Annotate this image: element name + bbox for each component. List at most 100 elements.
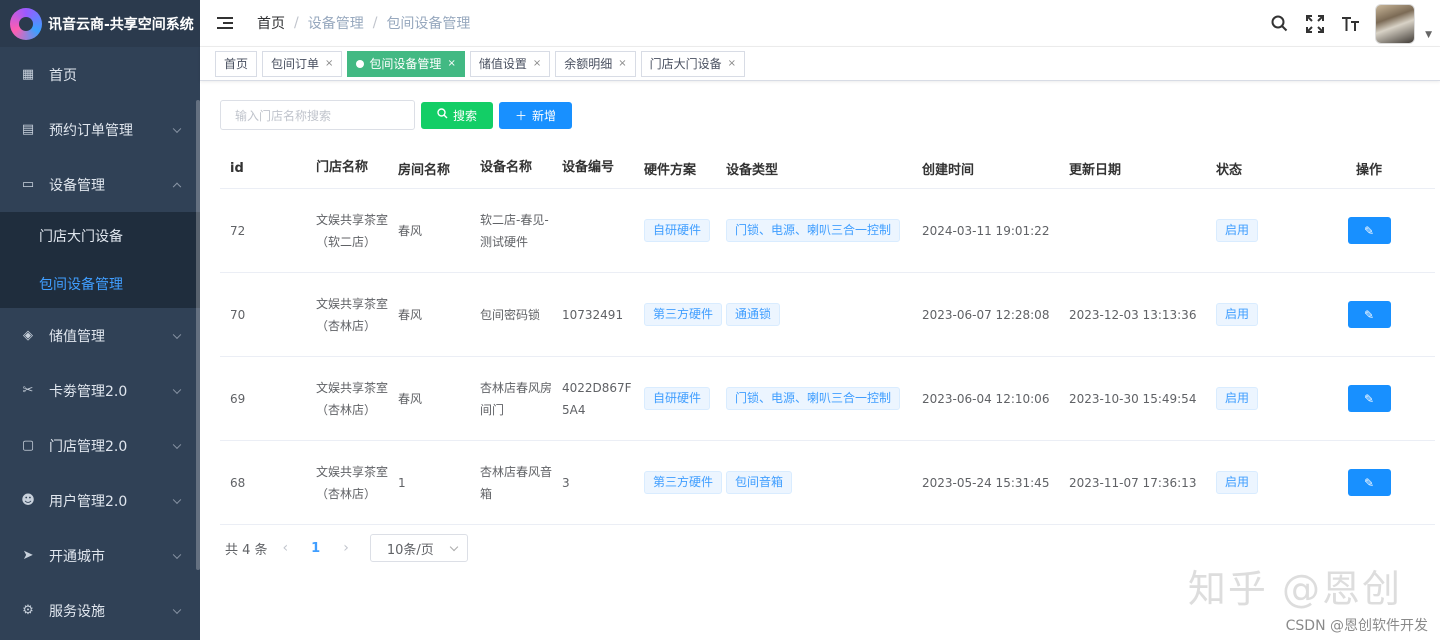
- column-header: id: [230, 160, 244, 176]
- close-icon[interactable]: ×: [447, 58, 455, 69]
- breadcrumb-current: 包间设备管理: [386, 16, 471, 32]
- breadcrumb-separator: /: [372, 15, 378, 31]
- prev-page-icon[interactable]: ‹: [283, 540, 289, 556]
- tag-stored-value-settings[interactable]: 储值设置 ×: [469, 50, 551, 77]
- next-page-icon[interactable]: ›: [343, 540, 349, 556]
- breadcrumb-devices[interactable]: 设备管理: [308, 13, 364, 33]
- sidebar-item-label: 门店管理2.0: [49, 438, 128, 455]
- sidebar-item-users[interactable]: ☻ 用户管理2.0: [0, 473, 200, 528]
- cell-store-name: 文娱共享茶室（软二店）: [316, 212, 389, 249]
- hardware-tag: 第三方硬件: [644, 471, 723, 494]
- column-header: 设备类型: [726, 162, 779, 178]
- page-size-select[interactable]: 10条/页: [369, 534, 468, 562]
- sidebar-item-store-door-devices[interactable]: 门店大门设备: [0, 212, 200, 260]
- add-button[interactable]: ＋ 新增: [499, 101, 573, 129]
- sidebar-item-label: 首页: [49, 67, 77, 84]
- tag-label: 首页: [224, 57, 249, 71]
- sidebar-item-home[interactable]: ▦ 首页: [0, 47, 200, 102]
- table-row: 70 文娱共享茶室（杏林店） 春风 包间密码锁 10732491 第三方硬件 通…: [220, 273, 1435, 357]
- fullscreen-icon[interactable]: [1297, 6, 1333, 42]
- watermark-zhihu: 知乎 @恩创: [1187, 567, 1402, 611]
- edit-button[interactable]: ✎: [1347, 301, 1391, 328]
- cell-created-at: 2023-06-07 12:28:08: [922, 307, 1050, 322]
- cell-room-name: 春风: [398, 224, 423, 238]
- table-row: 68 文娱共享茶室（杏林店） 1 杏林店春风音箱 3 第三方硬件 包间音箱 20…: [220, 441, 1435, 525]
- column-header: 门店名称: [316, 160, 369, 175]
- chevron-down-icon: [172, 330, 182, 339]
- tag-balance-details[interactable]: 余额明细 ×: [555, 50, 636, 77]
- device-type-tag: 门锁、电源、喇叭三合一控制: [726, 219, 901, 242]
- hardware-tag: 自研硬件: [644, 387, 711, 410]
- sidebar-item-label: 服务设施: [49, 603, 105, 620]
- close-icon[interactable]: ×: [728, 58, 736, 69]
- search-icon[interactable]: [1261, 6, 1297, 42]
- close-icon[interactable]: ×: [533, 58, 541, 69]
- store-search-input[interactable]: 输入门店名称搜索: [220, 100, 415, 130]
- chevron-down-icon: [172, 550, 182, 559]
- search-button[interactable]: 搜索: [421, 101, 494, 129]
- search-icon: [437, 108, 448, 122]
- cell-room-name: 1: [398, 475, 406, 490]
- sidebar-item-stores[interactable]: ▢ 门店管理2.0: [0, 418, 200, 473]
- sidebar-item-coupons[interactable]: ✂ 卡劵管理2.0: [0, 363, 200, 418]
- logo-icon: [10, 7, 42, 40]
- avatar[interactable]: [1375, 3, 1416, 44]
- sidebar-item-label: 卡劵管理2.0: [49, 383, 128, 400]
- gear-icon: ⚙: [22, 603, 34, 618]
- sidebar-item-label: 设备管理: [49, 177, 105, 194]
- search-button-label: 搜索: [453, 108, 478, 123]
- column-header: 更新日期: [1069, 162, 1122, 178]
- active-dot-icon: [356, 59, 365, 68]
- column-header: 创建时间: [922, 162, 975, 178]
- stored-value-icon: ◈: [23, 328, 33, 343]
- sidebar-item-devices[interactable]: ▭ 设备管理: [0, 157, 200, 212]
- cell-room-name: 春风: [398, 308, 423, 322]
- tag-home[interactable]: 首页: [215, 50, 258, 77]
- edit-button[interactable]: ✎: [1347, 217, 1391, 244]
- cell-updated-at: 2023-11-07 17:36:13: [1069, 475, 1197, 490]
- tag-room-orders[interactable]: 包间订单 ×: [262, 50, 343, 77]
- close-icon[interactable]: ×: [618, 58, 626, 69]
- cell-device-code: 3: [562, 475, 570, 490]
- page-number[interactable]: 1: [311, 541, 320, 556]
- breadcrumb: 首页 / 设备管理 / 包间设备管理: [257, 13, 470, 33]
- cell-device-name: 杏林店春风房间门: [480, 380, 553, 417]
- font-size-icon[interactable]: [1333, 6, 1369, 42]
- column-header: 设备名称: [480, 160, 533, 175]
- tags-view: 首页 包间订单 × 包间设备管理 × 储值设置 × 余额明细 × 门店大门设备 …: [200, 47, 1440, 81]
- coupon-icon: ✂: [22, 383, 34, 398]
- edit-button[interactable]: ✎: [1347, 385, 1391, 412]
- users-icon: ☻: [21, 493, 35, 508]
- sidebar-item-label: 预约订单管理: [49, 122, 133, 139]
- sidebar-item-orders[interactable]: ▤ 预约订单管理: [0, 102, 200, 157]
- status-badge: 启用: [1216, 471, 1259, 494]
- close-icon[interactable]: ×: [325, 58, 333, 69]
- add-button-label: 新增: [532, 108, 557, 123]
- cell-store-name: 文娱共享茶室（杏林店）: [316, 380, 389, 417]
- edit-icon: ✎: [1363, 475, 1375, 490]
- device-table: id 门店名称 房间名称 设备名称 设备编号 硬件方案 设备类型 创建时间 更新…: [220, 148, 1435, 525]
- caret-down-icon[interactable]: ▼: [1425, 8, 1432, 40]
- hamburger-icon[interactable]: [217, 16, 233, 30]
- tag-label: 余额明细: [564, 57, 613, 71]
- plus-icon: ＋: [515, 108, 528, 123]
- breadcrumb-home[interactable]: 首页: [257, 13, 285, 33]
- sidebar-item-label: 储值管理: [49, 328, 105, 345]
- tag-room-devices[interactable]: 包间设备管理 ×: [347, 50, 465, 77]
- sidebar-item-label: 开通城市: [49, 548, 105, 565]
- table-row: 69 文娱共享茶室（杏林店） 春风 杏林店春风房间门 4022D867F5A4 …: [220, 357, 1435, 441]
- chevron-up-icon: [172, 182, 182, 191]
- sidebar-item-room-devices[interactable]: 包间设备管理: [0, 260, 200, 308]
- column-header: 状态: [1216, 162, 1243, 178]
- sidebar-item-cities[interactable]: ➤ 开通城市: [0, 528, 200, 583]
- tag-store-door-devices[interactable]: 门店大门设备 ×: [640, 50, 746, 77]
- sidebar-item-stored-value[interactable]: ◈ 储值管理: [0, 308, 200, 363]
- edit-button[interactable]: ✎: [1347, 469, 1391, 496]
- edit-icon: ✎: [1363, 307, 1375, 322]
- chevron-down-icon: [172, 124, 182, 133]
- cell-id: 72: [230, 223, 246, 238]
- order-icon: ▤: [21, 122, 35, 137]
- cell-created-at: 2023-06-04 12:10:06: [922, 391, 1050, 406]
- sidebar-item-facilities[interactable]: ⚙ 服务设施: [0, 583, 200, 638]
- sidebar-scrollbar[interactable]: [196, 100, 200, 570]
